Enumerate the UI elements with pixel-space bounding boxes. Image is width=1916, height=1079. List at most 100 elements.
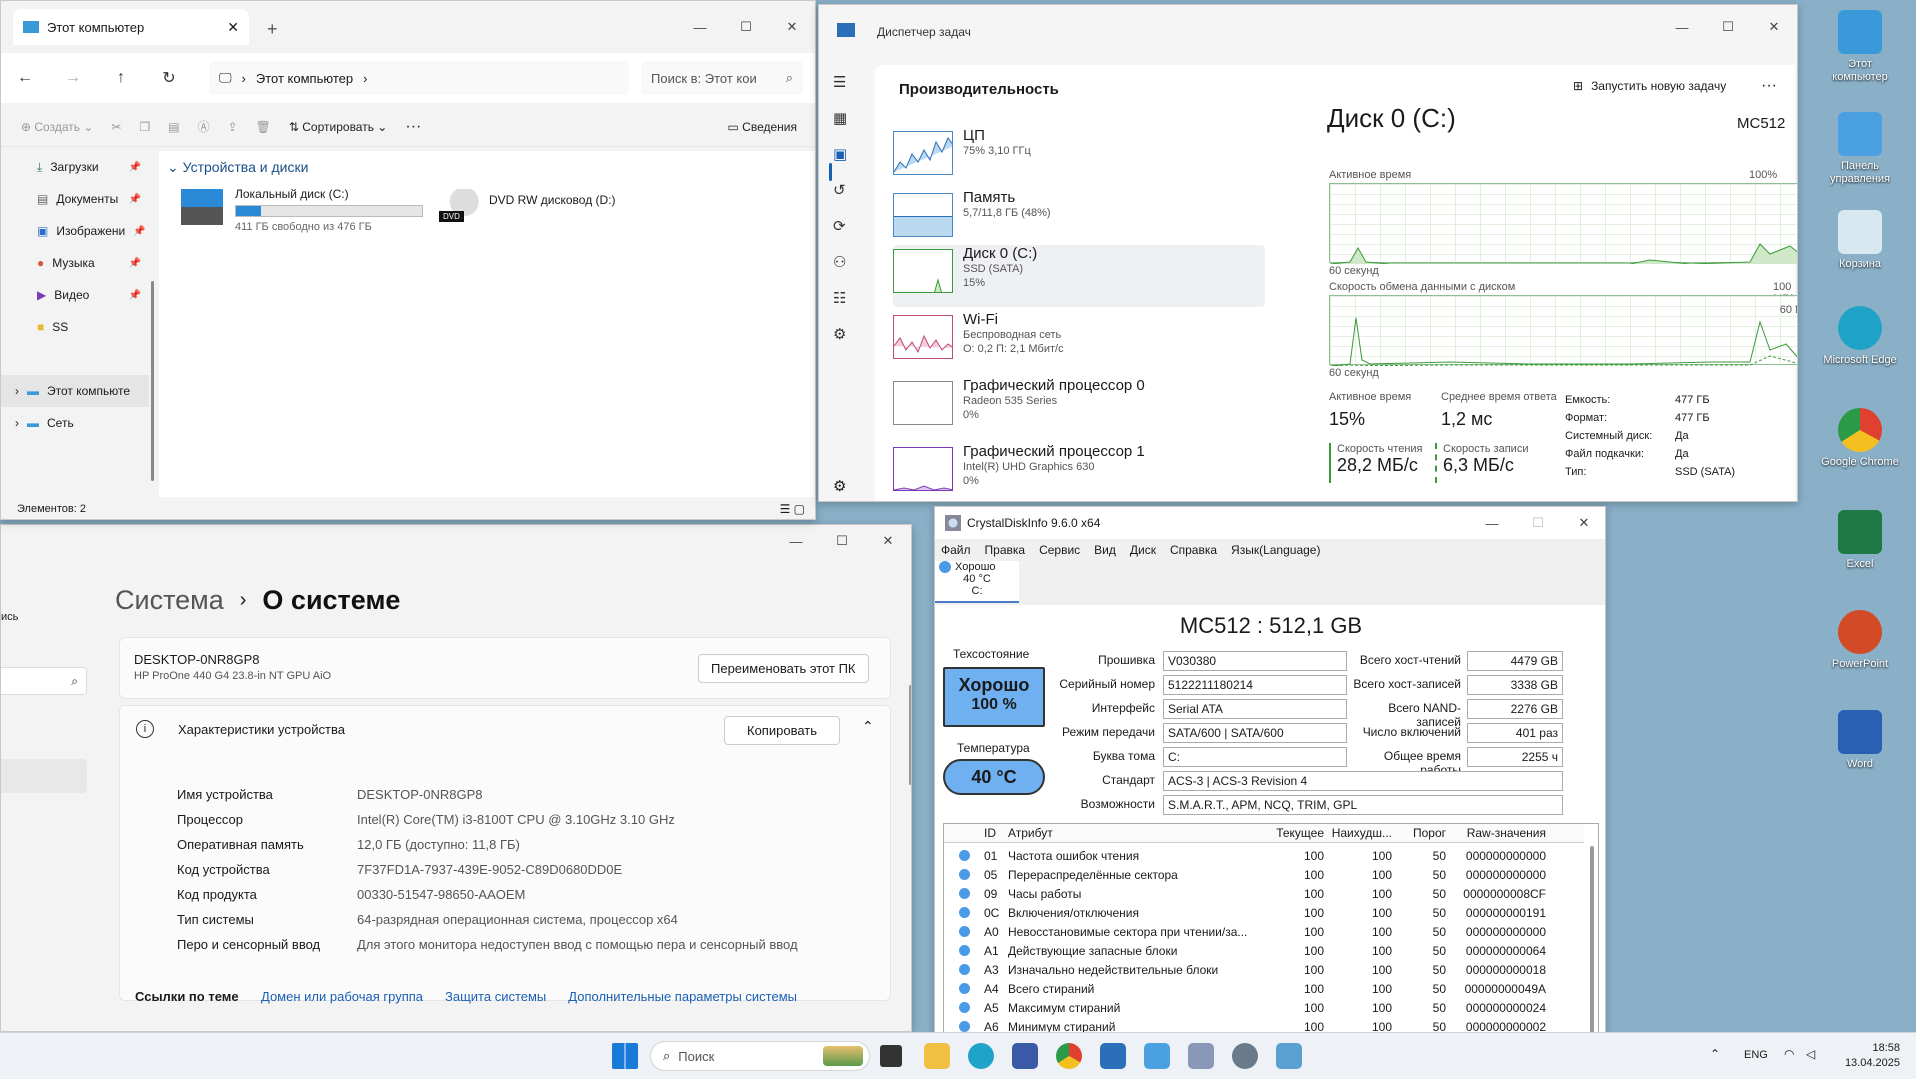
sidebar-item-videos[interactable]: ▶ Видео 📌 (1, 279, 149, 311)
perf-item-wifi[interactable]: Wi-Fi Беспроводная сеть О: 0,2 П: 2,1 Мбит… (893, 311, 1265, 373)
tree-item-this-pc[interactable]: › ▬ Этот компьюте (1, 375, 149, 407)
address-bar[interactable]: 🖵 › Этот компьютер › (209, 61, 629, 95)
desktop-icon-recycle-bin[interactable]: Корзина (1820, 210, 1900, 271)
close-tab-icon[interactable]: ✕ (227, 19, 239, 36)
sidebar-item-ss[interactable]: ■ SS (1, 311, 149, 343)
hamburger-icon[interactable]: ☰ (833, 73, 847, 91)
table-row[interactable]: 05 Перераспределённые сектора 100 100 50 0000… (944, 865, 1584, 884)
taskbar-search[interactable]: ⌕ Поиск (650, 1041, 870, 1071)
disk-selector-tab[interactable]: Хорошо 40 °C C: (935, 561, 1019, 603)
rename-pc-button[interactable]: Переименовать этот ПК (698, 654, 869, 683)
desktop-icon-powerpoint[interactable]: PowerPoint (1820, 610, 1900, 671)
settings-gear-icon[interactable]: ⚙ (833, 477, 846, 495)
menu-edit[interactable]: Правка (985, 543, 1026, 557)
table-scrollbar[interactable] (1590, 846, 1594, 1036)
search-input[interactable]: Поиск в: Этот кои ⌕ (641, 61, 803, 95)
services-icon[interactable]: ⚙ (833, 325, 847, 343)
table-row[interactable]: A0 Невосстановимые сектора при чтении/за.… (944, 922, 1584, 941)
sidebar-item-pictures[interactable]: ▣ Изображени 📌 (1, 215, 149, 247)
create-button[interactable]: ⊕ Создать ⌄ (21, 120, 93, 134)
sort-button[interactable]: ⇅ Сортировать ⌄ (289, 120, 387, 134)
desktop-icon-excel[interactable]: Excel (1820, 510, 1900, 571)
desktop-icon-word[interactable]: Word (1820, 710, 1900, 771)
col-header[interactable]: Атрибут (1008, 826, 1258, 840)
maximize-icon[interactable]: ☐ (1705, 11, 1751, 43)
up-icon[interactable]: ↑ (97, 69, 145, 87)
col-header[interactable]: Raw-значения (1446, 826, 1546, 840)
control-panel-taskbar-icon[interactable] (1144, 1043, 1170, 1069)
link-domain[interactable]: Домен или рабочая группа (261, 989, 423, 1004)
cut-icon[interactable]: ✂ (111, 120, 121, 134)
table-row[interactable]: 0C Включения/отключения 100 100 50 0000000001… (944, 903, 1584, 922)
table-row[interactable]: 01 Частота ошибок чтения 100 100 50 000000000… (944, 846, 1584, 865)
more-icon[interactable]: ··· (1761, 77, 1777, 95)
details-button[interactable]: ▭ Сведения (728, 120, 798, 134)
link-advanced[interactable]: Дополнительные параметры системы (568, 989, 797, 1004)
back-icon[interactable]: ← (1, 69, 49, 87)
run-new-task-button[interactable]: ⊞ Запустить новую задачу (1573, 79, 1726, 93)
desktop-icon-chrome[interactable]: Google Chrome (1820, 408, 1900, 469)
scrollbar[interactable] (909, 685, 911, 785)
copy-button[interactable]: Копировать (724, 716, 840, 745)
perf-item-disk[interactable]: Диск 0 (C:) SSD (SATA) 15% (893, 245, 1265, 307)
perf-item-gpu1[interactable]: Графический процессор 1 Intel(R) UHD Grap… (893, 443, 1265, 501)
perf-item-memory[interactable]: Память 5,7/11,8 ГБ (48%) (893, 189, 1265, 251)
minimize-icon[interactable]: — (677, 11, 723, 43)
minimize-icon[interactable]: — (1659, 11, 1705, 43)
chrome-taskbar-icon[interactable] (1056, 1043, 1082, 1069)
settings-search-input[interactable]: ⌕ (1, 667, 87, 695)
more-icon[interactable]: ··· (405, 118, 421, 136)
col-header[interactable]: ID (984, 826, 1008, 840)
drive-c[interactable]: Локальный диск (C:) 411 ГБ свободно из 4… (181, 185, 423, 235)
table-row[interactable]: 09 Часы работы 100 100 50 0000000008CF (944, 884, 1584, 903)
table-row[interactable]: A4 Всего стираний 100 100 50 00000000049A (944, 979, 1584, 998)
users-icon[interactable]: ⚇ (833, 253, 847, 271)
settings-taskbar-icon[interactable] (1232, 1043, 1258, 1069)
performance-icon[interactable]: ▣ (833, 145, 847, 163)
wifi-icon[interactable]: ◠ (1784, 1047, 1794, 1061)
desktop-icon-control-panel[interactable]: Панель управления (1820, 112, 1900, 186)
drive-d[interactable]: DVD DVD RW дисковод (D:) (439, 185, 639, 235)
view-toggle-icons[interactable]: ☰ ▢ (780, 502, 805, 516)
copy-icon[interactable]: ❐ (139, 120, 150, 134)
crystaldiskinfo-taskbar-icon[interactable] (1188, 1043, 1214, 1069)
paste-icon[interactable]: ▤ (168, 120, 179, 134)
desktop-icon-edge[interactable]: Microsoft Edge (1820, 306, 1900, 367)
file-explorer-icon[interactable] (924, 1043, 950, 1069)
task-manager-taskbar-icon[interactable] (1100, 1043, 1126, 1069)
sidebar-selected-item[interactable] (1, 759, 87, 793)
start-icon[interactable] (612, 1043, 638, 1069)
menu-file[interactable]: Файл (941, 543, 971, 557)
minimize-icon[interactable]: — (773, 525, 819, 557)
maximize-icon[interactable]: ☐ (723, 11, 769, 43)
language-indicator[interactable]: ENG (1744, 1049, 1768, 1061)
clock[interactable]: 18:58 13.04.2025 (1830, 1041, 1900, 1071)
share-icon[interactable]: ⇪ (228, 120, 238, 134)
link-protection[interactable]: Защита системы (445, 989, 546, 1004)
minimize-icon[interactable]: — (1469, 507, 1515, 539)
table-row[interactable]: A3 Изначально недействительные блоки 100 10… (944, 960, 1584, 979)
tray-overflow-icon[interactable]: ⌃ (1710, 1047, 1720, 1061)
delete-icon[interactable]: 🗑 (256, 120, 271, 134)
forward-icon[interactable]: → (49, 69, 97, 87)
table-row[interactable]: A5 Максимум стираний 100 100 50 000000000024 (944, 998, 1584, 1017)
perf-item-gpu0[interactable]: Графический процессор 0 Radeon 535 Series… (893, 377, 1265, 439)
menu-service[interactable]: Сервис (1039, 543, 1080, 557)
close-icon[interactable]: ✕ (865, 525, 911, 557)
col-header[interactable]: Наихудш... (1324, 826, 1392, 840)
menu-view[interactable]: Вид (1094, 543, 1116, 557)
menu-language[interactable]: Язык(Language) (1231, 543, 1320, 557)
close-icon[interactable]: ✕ (1561, 507, 1605, 539)
task-view-icon[interactable] (880, 1045, 902, 1067)
col-header[interactable]: Порог (1392, 826, 1446, 840)
menu-help[interactable]: Справка (1170, 543, 1217, 557)
table-row[interactable]: A1 Действующие запасные блоки 100 100 50 0000… (944, 941, 1584, 960)
refresh-icon[interactable]: ↻ (145, 68, 193, 88)
tree-item-network[interactable]: › ▬ Сеть (1, 407, 149, 439)
history-icon[interactable]: ↺ (833, 181, 847, 199)
volume-icon[interactable]: ◁ (1806, 1047, 1815, 1061)
maximize-icon[interactable]: ☐ (819, 525, 865, 557)
menu-disk[interactable]: Диск (1130, 543, 1156, 557)
nav-scrollbar[interactable] (151, 281, 154, 481)
maximize-icon[interactable]: ☐ (1515, 507, 1561, 539)
